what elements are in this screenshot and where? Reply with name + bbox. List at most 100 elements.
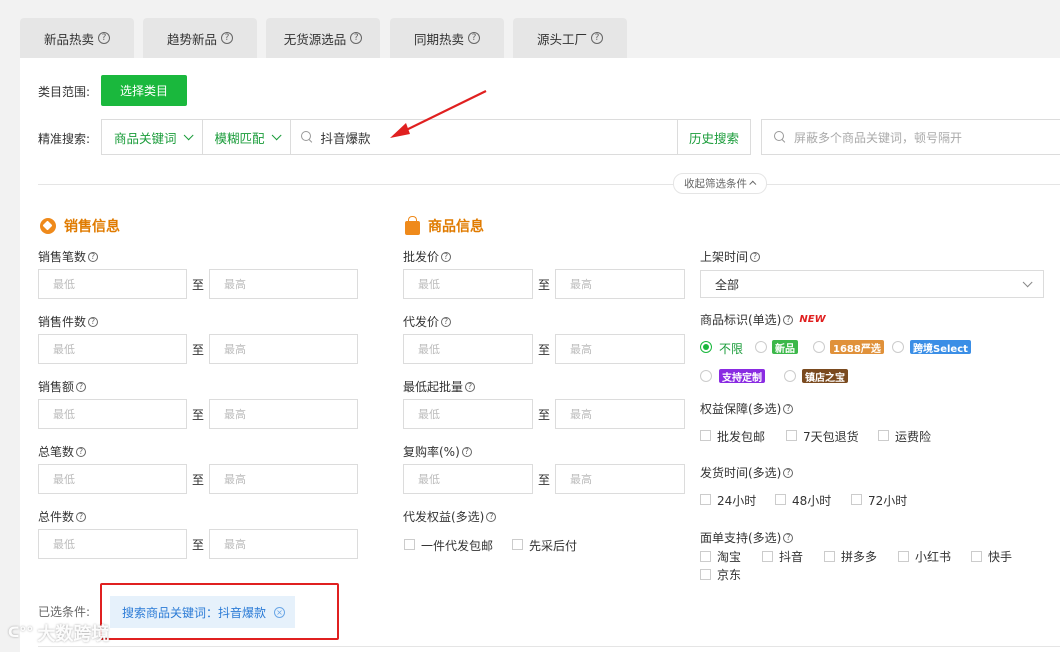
category-label: 类目范围: xyxy=(38,85,91,99)
help-icon[interactable]: ? xyxy=(76,381,87,392)
checkbox[interactable] xyxy=(775,494,786,505)
tab-trend-new[interactable]: 趋势新品? xyxy=(143,18,257,58)
badge-new[interactable]: 新品 xyxy=(772,340,798,355)
listing-time-select[interactable]: 全部 xyxy=(700,270,1044,298)
checkbox[interactable] xyxy=(786,430,797,441)
min-input[interactable]: 最低 xyxy=(38,269,187,299)
field-label: 销售额 xyxy=(38,380,75,394)
max-input[interactable]: 最高 xyxy=(555,269,685,299)
help-icon[interactable]: ? xyxy=(350,32,363,44)
checkbox-label[interactable]: 抖音 xyxy=(779,548,803,565)
radio-custom[interactable] xyxy=(700,370,712,382)
badge-store-treasure[interactable]: 镇店之宝 xyxy=(802,369,848,384)
checkbox[interactable] xyxy=(700,494,711,505)
checkbox-label[interactable]: 拼多多 xyxy=(841,548,877,565)
radio-cross-border[interactable] xyxy=(892,341,904,353)
history-search-button[interactable]: 历史搜索 xyxy=(676,120,750,154)
checkbox[interactable] xyxy=(404,539,415,550)
watermark: ᑕ°° 大数跨境 xyxy=(8,620,109,646)
checkbox-label[interactable]: 批发包邮 xyxy=(717,428,765,445)
checkbox[interactable] xyxy=(971,551,982,562)
checkbox[interactable] xyxy=(898,551,909,562)
max-input[interactable]: 最高 xyxy=(209,464,358,494)
help-icon[interactable]: ? xyxy=(750,251,761,262)
help-icon[interactable]: ? xyxy=(88,316,99,327)
max-input[interactable]: 最高 xyxy=(555,399,685,429)
help-icon[interactable]: ? xyxy=(98,32,110,44)
checkbox-label[interactable]: 24小时 xyxy=(717,492,756,509)
help-icon[interactable]: ? xyxy=(76,511,87,522)
badge-1688-select[interactable]: 1688严选 xyxy=(830,340,884,355)
help-icon[interactable]: ? xyxy=(468,32,480,44)
help-icon[interactable]: ? xyxy=(461,446,472,457)
min-input[interactable]: 最低 xyxy=(38,399,187,429)
badge-cross-border[interactable]: 跨境Select xyxy=(910,340,971,355)
help-icon[interactable]: ? xyxy=(591,32,603,44)
help-icon[interactable]: ? xyxy=(783,532,794,543)
help-icon[interactable]: ? xyxy=(783,403,794,414)
checkbox-label[interactable]: 运费险 xyxy=(895,428,931,445)
collapse-filters-button[interactable]: 收起筛选条件 xyxy=(673,173,767,194)
help-icon[interactable]: ? xyxy=(486,511,497,522)
max-input[interactable]: 最高 xyxy=(555,334,685,364)
exclude-keyword-input[interactable]: 屏蔽多个商品关键词，顿号隔开 xyxy=(761,119,1060,155)
checkbox[interactable] xyxy=(700,551,711,562)
max-input[interactable]: 最高 xyxy=(209,399,358,429)
select-category-button[interactable]: 选择类目 xyxy=(101,75,187,106)
wholesale-price-label: 批发价? xyxy=(403,248,452,265)
checkbox[interactable] xyxy=(512,539,523,550)
radio-1688-select[interactable] xyxy=(813,341,825,353)
badge-custom[interactable]: 支持定制 xyxy=(719,369,765,384)
checkbox[interactable] xyxy=(762,551,773,562)
field-label: 商品标识(单选) xyxy=(700,313,782,327)
help-icon[interactable]: ? xyxy=(783,467,794,478)
tab-no-stock[interactable]: 无货源选品? xyxy=(266,18,380,58)
checkbox[interactable] xyxy=(851,494,862,505)
checkbox[interactable] xyxy=(700,430,711,441)
tag-icon xyxy=(40,218,56,234)
max-input[interactable]: 最高 xyxy=(209,269,358,299)
min-input[interactable]: 最低 xyxy=(38,334,187,364)
help-icon[interactable]: ? xyxy=(88,251,99,262)
checkbox-label[interactable]: 快手 xyxy=(988,548,1012,565)
min-input[interactable]: 最低 xyxy=(38,529,187,559)
tab-same-period[interactable]: 同期热卖? xyxy=(390,18,504,58)
min-input[interactable]: 最低 xyxy=(403,399,533,429)
radio-store-treasure[interactable] xyxy=(784,370,796,382)
checkbox-label[interactable]: 小红书 xyxy=(915,548,951,565)
checkbox-label[interactable]: 京东 xyxy=(717,566,741,583)
max-input[interactable]: 最高 xyxy=(555,464,685,494)
min-input[interactable]: 最低 xyxy=(403,269,533,299)
max-input[interactable]: 最高 xyxy=(209,334,358,364)
new-badge: NEW xyxy=(799,314,826,325)
checkbox-label[interactable]: 7天包退货 xyxy=(803,428,859,445)
help-icon[interactable]: ? xyxy=(441,251,452,262)
checkbox-label[interactable]: 先采后付 xyxy=(529,537,577,554)
radio-new[interactable] xyxy=(755,341,767,353)
match-type-dropdown[interactable]: 模糊匹配 xyxy=(203,120,291,154)
min-input[interactable]: 最低 xyxy=(403,334,533,364)
radio-label[interactable]: 不限 xyxy=(719,340,743,357)
help-icon[interactable]: ? xyxy=(441,316,452,327)
help-icon[interactable]: ? xyxy=(221,32,233,44)
checkbox-label[interactable]: 一件代发包邮 xyxy=(421,537,493,554)
max-input[interactable]: 最高 xyxy=(209,529,358,559)
checkbox-label[interactable]: 淘宝 xyxy=(717,548,741,565)
help-icon[interactable]: ? xyxy=(76,446,87,457)
min-input[interactable]: 最低 xyxy=(38,464,187,494)
checkbox[interactable] xyxy=(878,430,889,441)
help-icon[interactable]: ? xyxy=(783,314,794,325)
keyword-type-dropdown[interactable]: 商品关键词 xyxy=(102,120,203,154)
tab-source-factory[interactable]: 源头工厂? xyxy=(513,18,627,58)
min-input[interactable]: 最低 xyxy=(403,464,533,494)
checkbox[interactable] xyxy=(700,569,711,580)
tab-new-hot[interactable]: 新品热卖? xyxy=(20,18,134,58)
checkbox-label[interactable]: 48小时 xyxy=(792,492,831,509)
radio-unlimited[interactable] xyxy=(700,341,712,353)
total-qty-label: 总件数? xyxy=(38,508,87,525)
field-label: 代发权益(多选) xyxy=(403,510,485,524)
help-icon[interactable]: ? xyxy=(465,381,476,392)
checkbox-label[interactable]: 72小时 xyxy=(868,492,907,509)
field-label: 面单支持(多选) xyxy=(700,531,782,545)
checkbox[interactable] xyxy=(824,551,835,562)
